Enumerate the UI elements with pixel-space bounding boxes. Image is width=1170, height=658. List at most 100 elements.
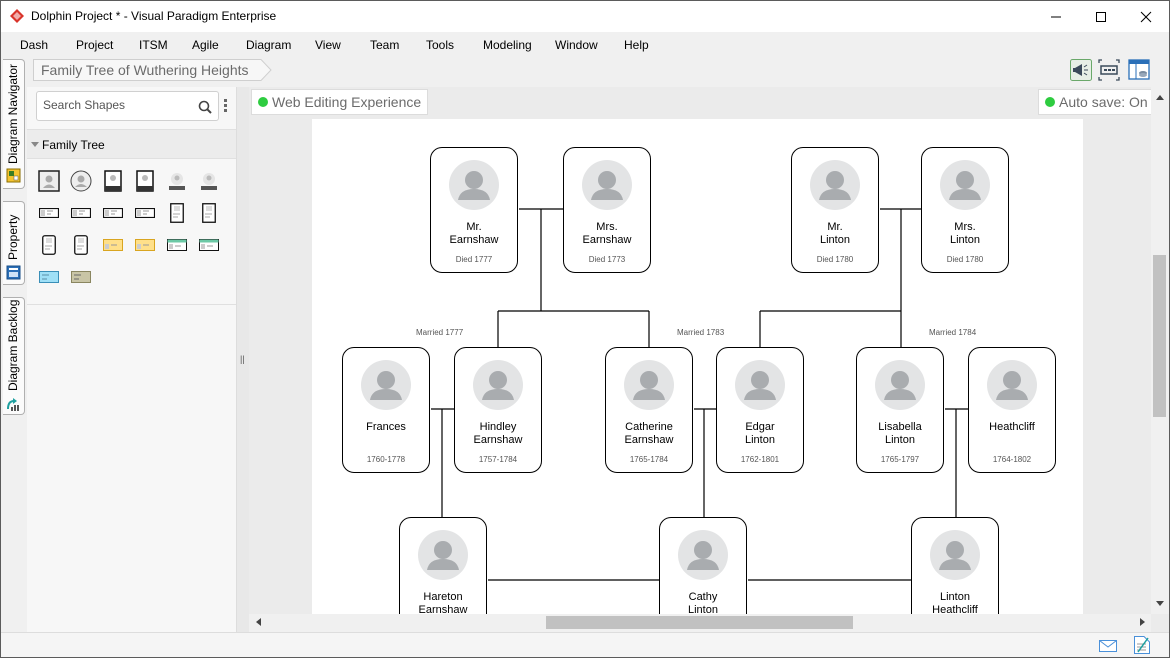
scroll-left-icon[interactable]	[256, 618, 261, 626]
minimize-button[interactable]	[1033, 1, 1079, 32]
person-name: Mrs. Linton	[950, 221, 980, 246]
person-card-mr-earnshaw[interactable]: Mr. Earnshaw Died 1777	[430, 147, 518, 273]
menu-help[interactable]: Help	[624, 38, 649, 52]
person-name: Cathy Linton	[688, 591, 718, 614]
shape-card-tall-icon[interactable]	[197, 201, 221, 225]
notes-icon[interactable]	[1134, 636, 1150, 654]
person-dates: 1757-1784	[478, 455, 518, 464]
avatar-icon	[418, 530, 468, 580]
shape-card-wide-icon[interactable]	[37, 201, 61, 225]
tab-diagram-navigator[interactable]: Diagram Navigator	[3, 59, 25, 189]
search-shapes-box[interactable]	[36, 91, 219, 121]
person-card-frances[interactable]: Frances 1760-1778	[342, 347, 430, 473]
menu-diagram[interactable]: Diagram	[246, 38, 291, 52]
person-card-edgar-linton[interactable]: Edgar Linton 1762-1801	[716, 347, 804, 473]
shape-card-wide-icon[interactable]	[69, 201, 93, 225]
scroll-thumb[interactable]	[1153, 255, 1166, 417]
shape-card-blue-icon[interactable]	[37, 265, 61, 289]
menu-agile[interactable]: Agile	[192, 38, 219, 52]
mail-icon[interactable]	[1099, 640, 1117, 652]
category-family-tree[interactable]: Family Tree	[27, 129, 236, 159]
shape-card-wide-icon[interactable]	[101, 201, 125, 225]
menu-project[interactable]: Project	[76, 38, 113, 52]
avatar-icon	[624, 360, 674, 410]
title-bar: Dolphin Project * - Visual Paradigm Ente…	[1, 1, 1169, 32]
person-card-mrs-earnshaw[interactable]: Mrs. Earnshaw Died 1773	[563, 147, 651, 273]
announcement-icon[interactable]	[1070, 59, 1092, 81]
person-card-hareton-earnshaw[interactable]: Hareton Earnshaw	[399, 517, 487, 614]
close-button[interactable]	[1123, 1, 1169, 32]
horizontal-scrollbar[interactable]	[249, 614, 1151, 632]
shape-card-tall-icon[interactable]	[165, 201, 189, 225]
person-card-mrs-linton[interactable]: Mrs. Linton Died 1780	[921, 147, 1009, 273]
shape-card-yellow-icon[interactable]	[101, 233, 125, 257]
menu-dash[interactable]: Dash	[20, 38, 48, 52]
splitter-grip-icon[interactable]: ||	[240, 354, 245, 364]
collapse-arrow-icon[interactable]	[31, 142, 39, 147]
avatar-icon	[582, 160, 632, 210]
shape-card-wide-icon[interactable]	[133, 201, 157, 225]
shape-card-yellow-icon[interactable]	[133, 233, 157, 257]
person-card-lisabella-linton[interactable]: Lisabella Linton 1765-1797	[856, 347, 944, 473]
web-editing-badge[interactable]: Web Editing Experience	[251, 89, 429, 115]
person-name: Linton Heathcliff	[932, 591, 978, 614]
panel-splitter[interactable]: ||	[237, 87, 249, 632]
shape-photo-dark-icon[interactable]	[165, 169, 189, 193]
shape-photo-circle-icon[interactable]	[69, 169, 93, 193]
person-name: Mrs. Earnshaw	[582, 221, 632, 246]
shapes-panel: Family Tree	[27, 87, 237, 632]
diagram-canvas[interactable]: Married 1777 Married 1783 Married 1784 M…	[312, 119, 1083, 614]
person-card-catherine-earnshaw[interactable]: Catherine Earnshaw 1765-1784	[605, 347, 693, 473]
search-icon[interactable]	[198, 100, 212, 114]
person-dates: Died 1773	[588, 255, 626, 264]
layout-panel-icon[interactable]	[1128, 59, 1150, 81]
marriage-label: Married 1784	[929, 328, 977, 337]
menu-window[interactable]: Window	[555, 38, 598, 52]
fit-diagram-icon[interactable]	[1098, 59, 1120, 81]
auto-save-badge[interactable]: Auto save: On	[1038, 89, 1155, 115]
menu-view[interactable]: View	[315, 38, 341, 52]
search-shapes-input[interactable]	[43, 98, 193, 112]
menu-team[interactable]: Team	[370, 38, 399, 52]
more-options-icon[interactable]	[224, 99, 228, 114]
person-name: Hindley Earnshaw	[473, 421, 523, 446]
person-card-cathy-linton[interactable]: Cathy Linton	[659, 517, 747, 614]
tab-property[interactable]: Property	[3, 201, 25, 285]
person-name: Catherine Earnshaw	[624, 421, 674, 446]
menu-modeling[interactable]: Modeling	[483, 38, 532, 52]
person-card-hindley-earnshaw[interactable]: Hindley Earnshaw 1757-1784	[454, 347, 542, 473]
shape-photo-frame-icon[interactable]	[101, 169, 125, 193]
tab-label: Diagram Backlog	[6, 299, 20, 391]
shape-photo-square-icon[interactable]	[37, 169, 61, 193]
auto-save-label: Auto save: On	[1059, 94, 1148, 110]
shape-photo-frame-round-icon[interactable]	[133, 169, 157, 193]
person-name: Heathcliff	[989, 421, 1035, 433]
shape-card-olive-icon[interactable]	[69, 265, 93, 289]
shape-card-tall-round-icon[interactable]	[37, 233, 61, 257]
avatar-icon	[987, 360, 1037, 410]
person-card-linton-heathcliff[interactable]: Linton Heathcliff	[911, 517, 999, 614]
maximize-button[interactable]	[1078, 1, 1124, 32]
person-card-heathcliff[interactable]: Heathcliff 1764-1802	[968, 347, 1056, 473]
shape-card-tall-round-icon[interactable]	[69, 233, 93, 257]
person-dates: Died 1780	[946, 255, 984, 264]
scroll-up-icon[interactable]	[1156, 95, 1164, 100]
menu-itsm[interactable]: ITSM	[139, 38, 168, 52]
scroll-thumb[interactable]	[546, 616, 853, 629]
divider	[27, 304, 236, 305]
person-name: Edgar Linton	[745, 421, 775, 446]
person-dates: 1765-1797	[880, 455, 920, 464]
tab-label: Property	[6, 214, 20, 260]
menu-tools[interactable]: Tools	[426, 38, 454, 52]
shape-card-green-icon[interactable]	[165, 233, 189, 257]
avatar-icon	[735, 360, 785, 410]
scroll-right-icon[interactable]	[1140, 618, 1145, 626]
person-card-mr-linton[interactable]: Mr. Linton Died 1780	[791, 147, 879, 273]
marriage-label: Married 1777	[416, 328, 464, 337]
vertical-scrollbar[interactable]	[1151, 87, 1169, 614]
shape-card-green-icon[interactable]	[197, 233, 221, 257]
status-bar	[1, 632, 1169, 657]
tab-diagram-backlog[interactable]: Diagram Backlog	[3, 297, 25, 415]
shape-photo-dark-round-icon[interactable]	[197, 169, 221, 193]
scroll-down-icon[interactable]	[1156, 601, 1164, 606]
